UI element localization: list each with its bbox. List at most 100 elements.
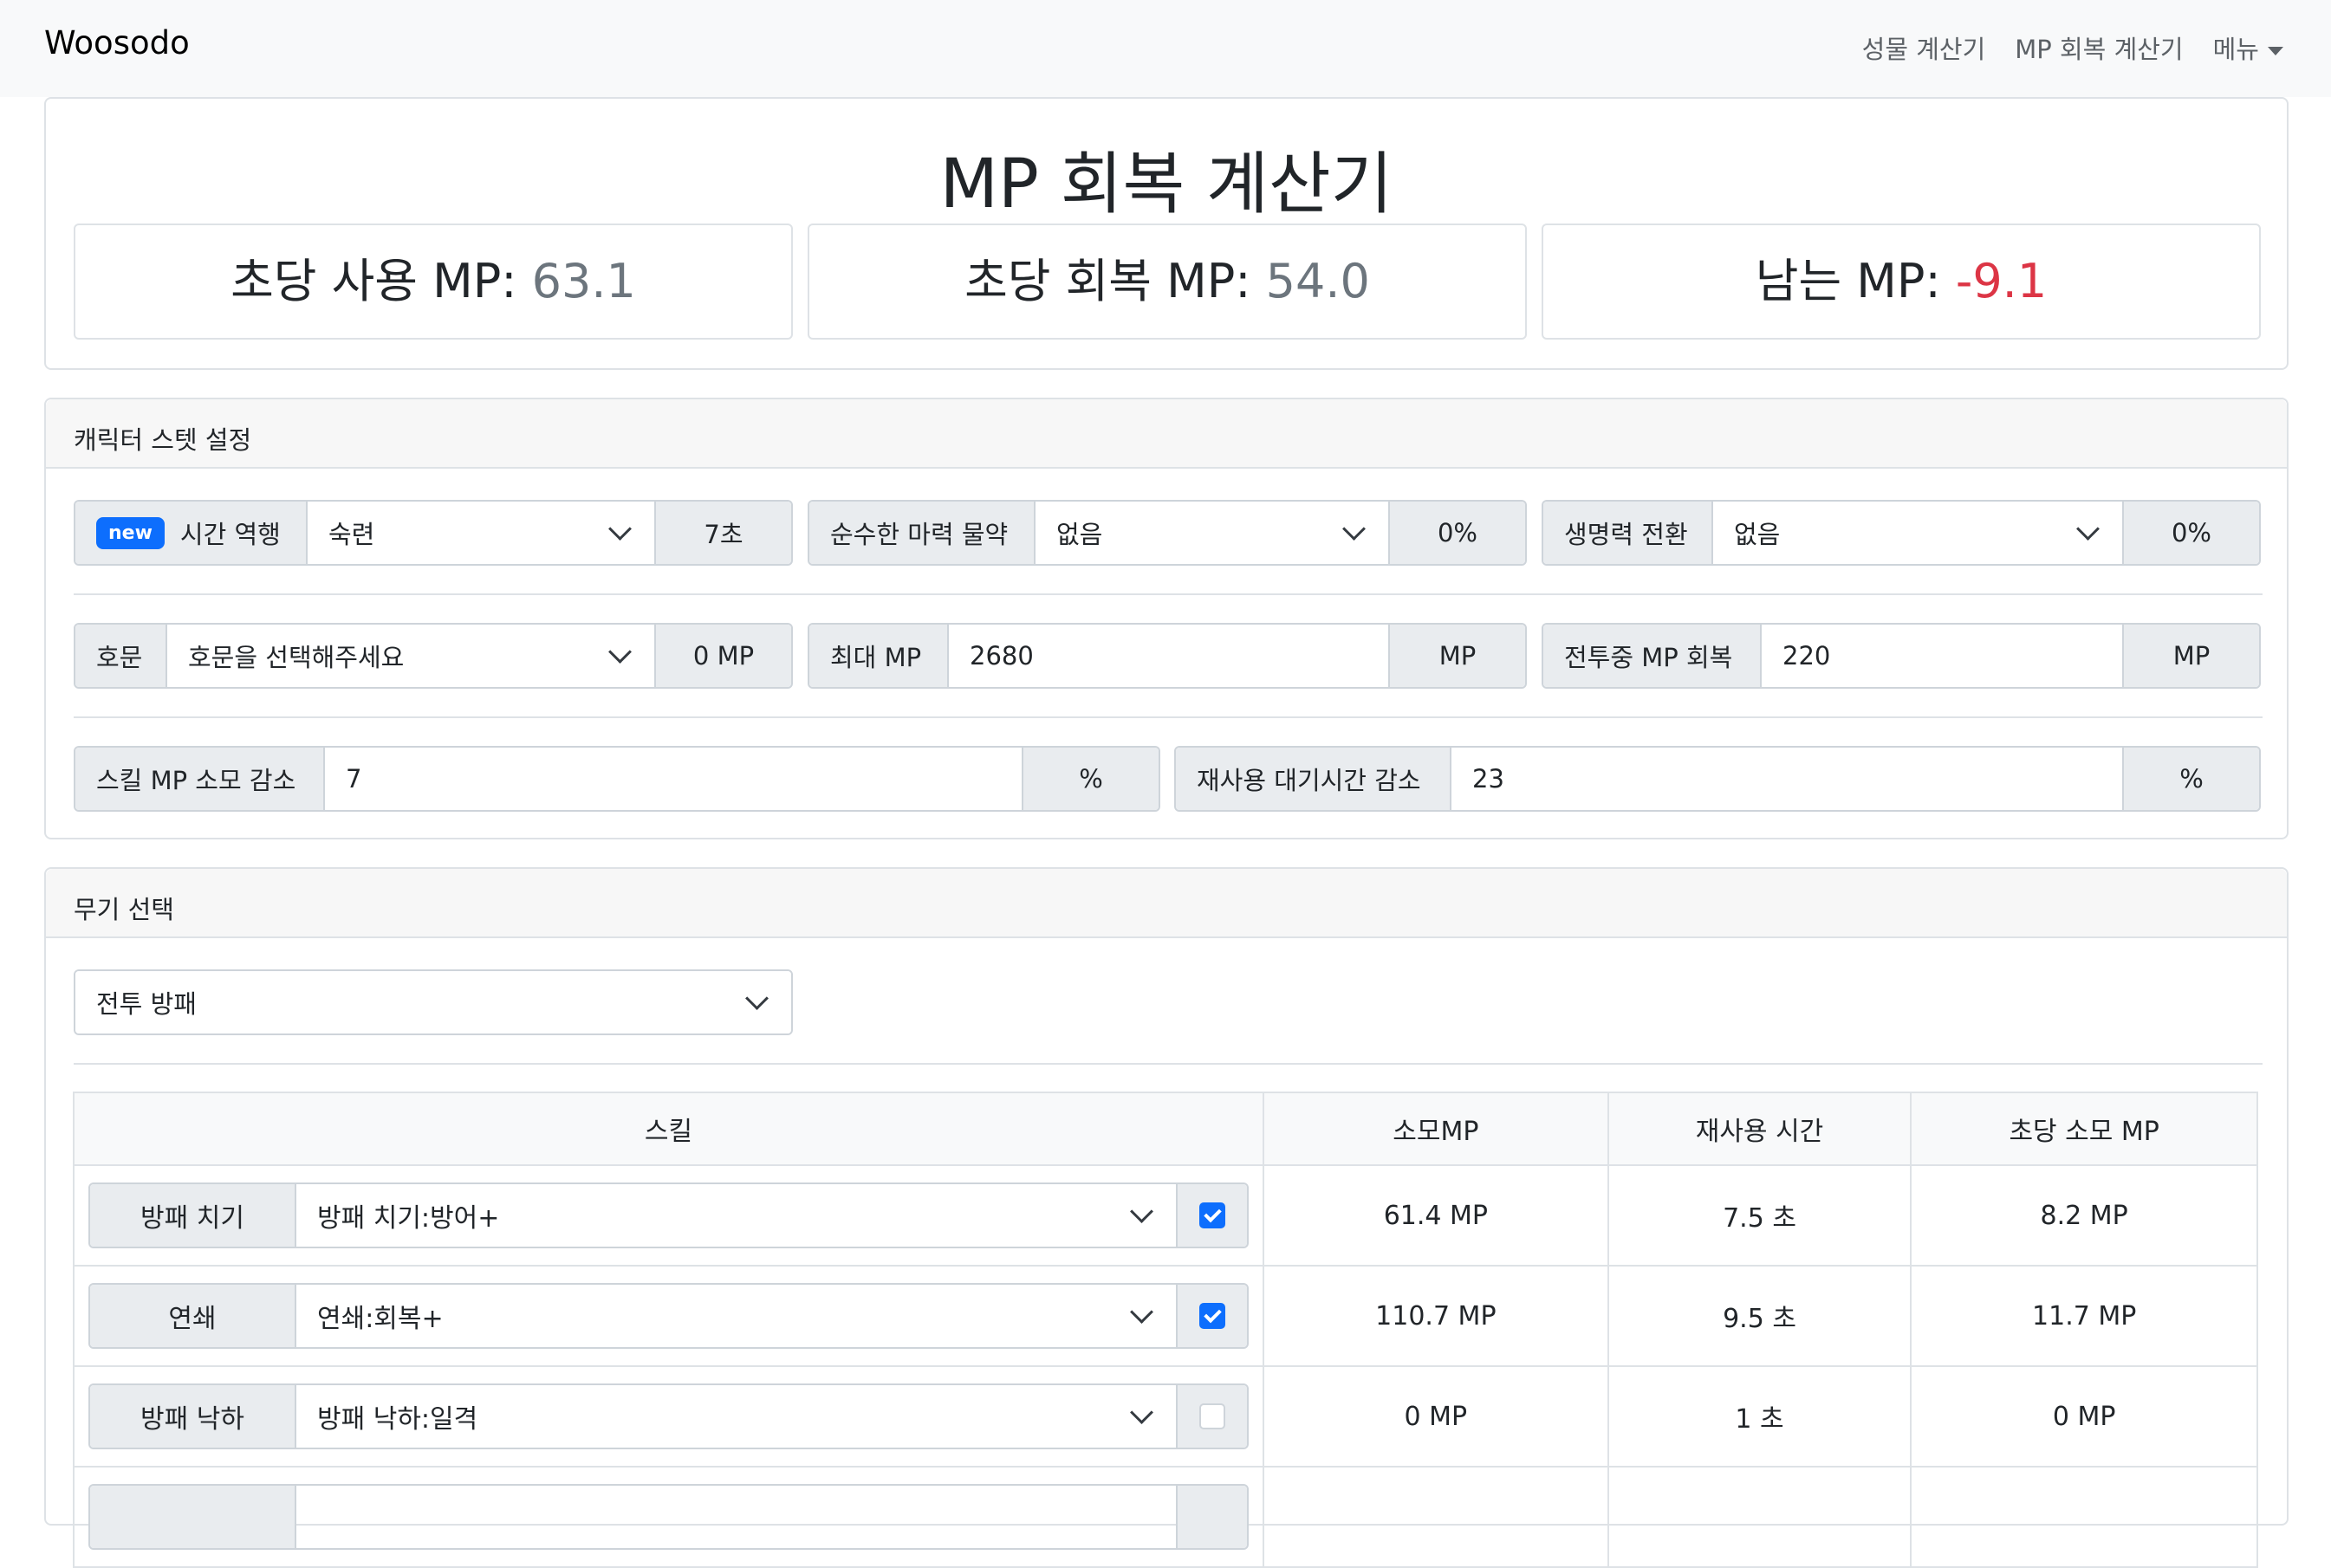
cooldown-reduction-label: 재사용 대기시간 감소: [1176, 748, 1451, 810]
divider: [74, 1063, 2263, 1065]
mp-per-sec-cell: 11.7 MP: [1910, 1265, 2258, 1367]
skill-name: 방패 낙하: [90, 1385, 296, 1448]
col-cooldown: 재사용 시간: [1607, 1092, 1912, 1166]
time-reversal-select[interactable]: 숙련: [308, 502, 654, 564]
chevron-down-icon: [1130, 1299, 1153, 1324]
card-header: 캐릭터 스텟 설정: [46, 399, 2287, 469]
nav-link-mp-regen-calc[interactable]: MP 회복 계산기: [2015, 29, 2183, 66]
weapon-select[interactable]: 전투 방패: [74, 969, 793, 1035]
skill-cell: 방패 낙하 방패 낙하:일격: [72, 1365, 1265, 1468]
nav-link-holy-relic-calc[interactable]: 성물 계산기: [1862, 29, 1986, 66]
life-conversion-group: 생명력 전환 없음 0%: [1542, 500, 2261, 566]
max-mp-input[interactable]: 2680: [949, 625, 1388, 687]
skill-input-group: 방패 치기 방패 치기:방어+: [88, 1182, 1250, 1248]
stat-value: 54.0: [1265, 254, 1370, 308]
nav-menu-label: 메뉴: [2212, 35, 2259, 64]
skill-checkbox[interactable]: [1199, 1303, 1226, 1329]
title-suffix: 0 MP: [654, 625, 791, 687]
chevron-down-icon: [608, 639, 632, 664]
skill-cell: [72, 1466, 1265, 1568]
caret-down-icon: [2268, 47, 2283, 55]
mp-cost-cell: 61.4 MP: [1263, 1164, 1609, 1267]
skill-option-select[interactable]: 방패 치기:방어+: [296, 1184, 1176, 1247]
table-row: 방패 치기 방패 치기:방어+ 61.4 MP 7.5 초 8.2 MP: [72, 1164, 2258, 1267]
cooldown-reduction-suffix: %: [2122, 748, 2259, 810]
skill-mp-reduction-suffix: %: [1022, 748, 1159, 810]
skill-name: 연쇄: [90, 1285, 296, 1347]
page-title: MP 회복 계산기: [939, 146, 1393, 224]
mp-per-sec-cell: 8.2 MP: [1910, 1164, 2258, 1267]
new-badge: new: [96, 516, 165, 549]
chevron-down-icon: [1130, 1199, 1153, 1223]
character-stats-card: 캐릭터 스텟 설정 new 시간 역행 숙련 7초 순수한 마력 물약 없음 0…: [44, 398, 2289, 839]
summary-card: MP 회복 계산기 초당 사용 MP: 63.1 초당 회복 MP: 54.0 …: [44, 97, 2289, 370]
table-header-row: 스킬 소모MP 재사용 시간 초당 소모 MP: [72, 1092, 2258, 1166]
combat-mp-regen-input[interactable]: 220: [1762, 625, 2122, 687]
skill-option-select[interactable]: [296, 1486, 1176, 1548]
time-reversal-label: new 시간 역행: [75, 502, 308, 564]
life-conversion-select[interactable]: 없음: [1713, 502, 2122, 564]
stat-value-negative: -9.1: [1955, 254, 2048, 308]
brand-logo[interactable]: Woosodo: [44, 24, 190, 62]
selected-value: 전투 방패: [96, 989, 197, 1019]
stat-label: 초당 사용 MP:: [231, 254, 517, 308]
cooldown-cell: 1 초: [1607, 1365, 1912, 1468]
combat-mp-regen-label: 전투중 MP 회복: [1543, 625, 1762, 687]
skill-input-group: [88, 1484, 1250, 1550]
cooldown-cell: [1607, 1466, 1912, 1568]
title-select[interactable]: 호문을 선택해주세요: [167, 625, 654, 687]
stat-label: 남는 MP:: [1755, 254, 1941, 308]
cooldown-reduction-input[interactable]: 23: [1451, 748, 2122, 810]
skill-cell: 연쇄 연쇄:회복+: [72, 1265, 1265, 1367]
pure-mana-potion-group: 순수한 마력 물약 없음 0%: [808, 500, 1527, 566]
skill-checkbox[interactable]: [1199, 1403, 1226, 1429]
selected-value: 없음: [1056, 520, 1103, 549]
divider: [74, 593, 2263, 595]
max-mp-suffix: MP: [1388, 625, 1525, 687]
combat-mp-regen-suffix: MP: [2122, 625, 2259, 687]
chevron-down-icon: [745, 986, 769, 1010]
selected-value: 방패 치기:방어+: [317, 1203, 500, 1234]
life-conversion-suffix: 0%: [2122, 502, 2259, 564]
skills-table: 스킬 소모MP 재사용 시간 초당 소모 MP 방패 치기 방패 치기:방어+ …: [72, 1092, 2258, 1568]
skill-cell: 방패 치기 방패 치기:방어+: [72, 1164, 1265, 1267]
cooldown-reduction-group: 재사용 대기시간 감소 23 %: [1174, 746, 2261, 812]
weapon-select-value: 전투 방패: [75, 971, 791, 1033]
skill-checkbox-wrap: [1176, 1285, 1248, 1347]
table-row: [72, 1466, 2258, 1568]
skill-name: [90, 1486, 296, 1548]
selected-value: 숙련: [328, 520, 375, 549]
time-reversal-suffix: 7초: [654, 502, 791, 564]
max-mp-label: 최대 MP: [809, 625, 949, 687]
divider: [74, 716, 2263, 718]
skill-mp-reduction-input[interactable]: 7: [325, 748, 1022, 810]
skill-name: 방패 치기: [90, 1184, 296, 1247]
skill-mp-reduction-group: 스킬 MP 소모 감소 7 %: [74, 746, 1160, 812]
mp-per-sec-cell: 0 MP: [1910, 1365, 2258, 1468]
skill-option-select[interactable]: 방패 낙하:일격: [296, 1385, 1176, 1448]
pure-mana-potion-select[interactable]: 없음: [1036, 502, 1388, 564]
stat-mp-regen-per-sec: 초당 회복 MP: 54.0: [808, 224, 1527, 340]
skill-checkbox-wrap: [1176, 1486, 1248, 1548]
selected-value: 연쇄:회복+: [317, 1304, 444, 1334]
title-group: 호문 호문을 선택해주세요 0 MP: [74, 623, 793, 689]
time-reversal-group: new 시간 역행 숙련 7초: [74, 500, 793, 566]
card-header: 무기 선택: [46, 869, 2287, 938]
stat-mp-remaining: 남는 MP: -9.1: [1542, 224, 2261, 340]
max-mp-group: 최대 MP 2680 MP: [808, 623, 1527, 689]
chevron-down-icon: [2076, 516, 2100, 541]
chevron-down-icon: [1130, 1400, 1153, 1424]
skill-checkbox[interactable]: [1199, 1202, 1226, 1228]
skill-checkbox-wrap: [1176, 1184, 1248, 1247]
skill-checkbox-wrap: [1176, 1385, 1248, 1448]
col-mp-per-sec: 초당 소모 MP: [1910, 1092, 2258, 1166]
selected-value: 호문을 선택해주세요: [188, 643, 405, 672]
table-row: 연쇄 연쇄:회복+ 110.7 MP 9.5 초 11.7 MP: [72, 1265, 2258, 1367]
nav-menu-dropdown[interactable]: 메뉴: [2213, 29, 2283, 66]
cooldown-cell: 9.5 초: [1607, 1265, 1912, 1367]
skill-option-select[interactable]: 연쇄:회복+: [296, 1285, 1176, 1347]
stat-value: 63.1: [531, 254, 636, 308]
col-mp-cost: 소모MP: [1263, 1092, 1609, 1166]
nav-links: 성물 계산기 MP 회복 계산기 메뉴: [1862, 29, 2283, 66]
mp-cost-cell: [1263, 1466, 1609, 1568]
